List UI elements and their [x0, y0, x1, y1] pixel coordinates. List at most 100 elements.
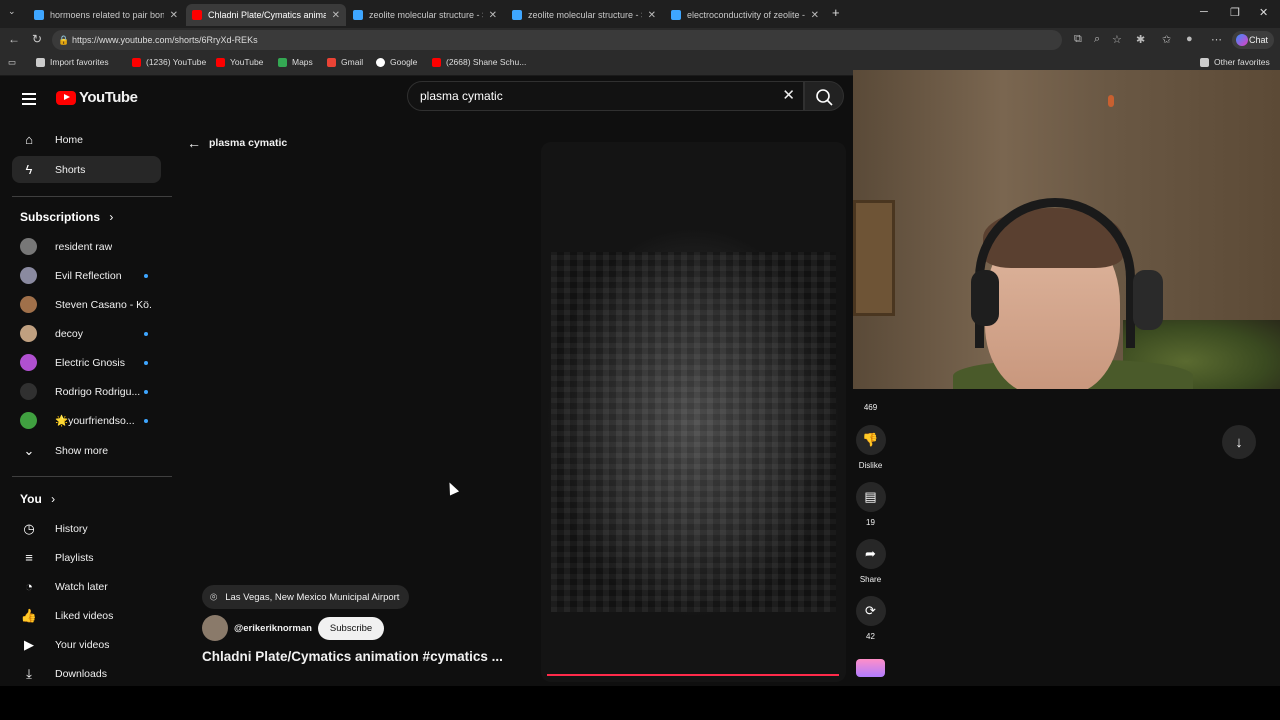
- sound-thumbnail[interactable]: [856, 659, 885, 677]
- sidebar-item-subscription[interactable]: 🌟yourfriendso...: [12, 407, 161, 434]
- tab-2-active[interactable]: Chladni Plate/Cymatics animation ✕: [186, 4, 346, 26]
- sidebar-item-playlists[interactable]: ≡ Playlists: [12, 544, 161, 571]
- home-icon: ⌂: [25, 132, 33, 147]
- you-heading[interactable]: You ›: [20, 492, 55, 506]
- tab-3[interactable]: zeolite molecular structure - Search ✕: [347, 4, 503, 26]
- close-tab-icon[interactable]: ✕: [489, 10, 497, 21]
- subscriptions-heading[interactable]: Subscriptions ›: [20, 210, 113, 224]
- menu-icon[interactable]: [22, 90, 36, 108]
- close-tab-icon[interactable]: ✕: [170, 10, 178, 21]
- reload-icon[interactable]: ↻: [32, 32, 42, 46]
- app-available-icon[interactable]: ⧉: [1074, 33, 1082, 46]
- sidebar-item-watch-later[interactable]: ◔ Watch later: [12, 573, 161, 600]
- sidebar-item-label: Home: [55, 133, 84, 146]
- bookmark-label: Gmail: [341, 57, 364, 67]
- search-icon: [816, 89, 833, 106]
- zoom-icon[interactable]: ⌕: [1094, 33, 1100, 46]
- favorite-star-icon[interactable]: ☆: [1112, 33, 1122, 46]
- remix-button[interactable]: ⟳ 42: [853, 596, 888, 641]
- short-video-player[interactable]: [541, 142, 846, 682]
- sidebar-item-liked-videos[interactable]: 👍 Liked videos: [12, 602, 161, 629]
- minimize-icon[interactable]: ─: [1200, 6, 1208, 18]
- arrow-down-icon: ↓: [1235, 433, 1243, 451]
- bookmark-youtube[interactable]: YouTube: [216, 57, 263, 67]
- sidebar-item-label: History: [55, 522, 88, 535]
- new-tab-button[interactable]: +: [832, 5, 840, 20]
- maximize-icon[interactable]: ❐: [1230, 6, 1240, 19]
- more-menu-icon[interactable]: ⋯: [1211, 33, 1222, 46]
- youtube-logo[interactable]: YouTube: [56, 89, 138, 106]
- share-button[interactable]: ➦ Share: [853, 539, 888, 584]
- channel-name[interactable]: @erikeriknorman: [234, 623, 312, 634]
- avatar: [20, 296, 37, 313]
- you-heading-text: You: [20, 492, 42, 506]
- sidebar-item-label: Downloads: [55, 667, 107, 680]
- bookmark-label: Maps: [292, 57, 313, 67]
- tab-1[interactable]: hormoens related to pair bonding ✕: [28, 4, 184, 26]
- close-tab-icon[interactable]: ✕: [332, 10, 340, 21]
- url-field[interactable]: 🔒 https://www.youtube.com/shorts/6RryXd-…: [52, 30, 1062, 50]
- avatar: [20, 354, 37, 371]
- sidebar-item-subscription[interactable]: Steven Casano - Kö...: [12, 291, 161, 318]
- sidebar-item-history[interactable]: ◷ History: [12, 515, 161, 542]
- search-button[interactable]: [804, 81, 844, 111]
- next-short-button[interactable]: ↓: [1222, 425, 1256, 459]
- video-progress-bar[interactable]: [547, 674, 839, 676]
- sidebar-item-label: 🌟yourfriendso...: [55, 415, 135, 427]
- sidebar-item-your-videos[interactable]: ▶ Your videos: [12, 631, 161, 658]
- channel-avatar[interactable]: [202, 615, 228, 641]
- sidebar-item-subscription[interactable]: Evil Reflection: [12, 262, 161, 289]
- bookmark-other-favorites[interactable]: Other favorites: [1200, 57, 1270, 67]
- close-tab-icon[interactable]: ✕: [811, 10, 819, 21]
- youtube-play-icon: [56, 90, 76, 105]
- bookmark-google[interactable]: Google: [376, 57, 417, 67]
- close-window-icon[interactable]: ✕: [1259, 6, 1268, 19]
- bookmark-shane[interactable]: (2668) Shane Schu...: [432, 57, 526, 67]
- bookmark-import-favorites[interactable]: Import favorites: [36, 57, 109, 67]
- copilot-chat-button[interactable]: Chat: [1232, 31, 1274, 49]
- history-icon: ◷: [23, 520, 35, 536]
- close-tab-icon[interactable]: ✕: [648, 10, 656, 21]
- sidebar-item-subscription[interactable]: Rodrigo Rodrigu...: [12, 378, 161, 405]
- bookmark-youtube-1236[interactable]: (1236) YouTube: [132, 57, 206, 67]
- search-query-back[interactable]: ← plasma cymatic: [187, 135, 287, 151]
- short-title[interactable]: Chladni Plate/Cymatics animation #cymati…: [202, 649, 503, 664]
- bookmark-gmail[interactable]: Gmail: [327, 57, 363, 67]
- subscriptions-heading-text: Subscriptions: [20, 210, 101, 224]
- dislike-button[interactable]: 👎 Dislike: [853, 425, 888, 470]
- sidebar-item-subscription[interactable]: Electric Gnosis: [12, 349, 161, 376]
- sidebar-item-label: Your videos: [55, 638, 110, 651]
- sidebar-item-label: Watch later: [55, 580, 108, 593]
- sidebar-item-shorts[interactable]: ϟ Shorts: [12, 156, 161, 183]
- logo-text: YouTube: [79, 89, 138, 106]
- sidebar-item-label: Steven Casano - Kö...: [55, 298, 151, 311]
- back-icon[interactable]: ←: [8, 32, 20, 46]
- search-input[interactable]: plasma cymatic ✕: [407, 81, 804, 111]
- sidebar-item-subscription[interactable]: resident raw: [12, 233, 161, 260]
- clear-search-icon[interactable]: ✕: [782, 86, 795, 104]
- bookmark-maps[interactable]: Maps: [278, 57, 313, 67]
- thumbs-up-icon: 👍: [20, 607, 38, 623]
- search-favicon-icon: [353, 10, 363, 20]
- bookmark-label: Google: [390, 57, 418, 67]
- sidebar-item-subscription[interactable]: decoy: [12, 320, 161, 347]
- divider: [12, 196, 172, 197]
- comments-button[interactable]: ▤ 19: [853, 482, 888, 527]
- subscribe-button[interactable]: Subscribe: [317, 616, 385, 640]
- location-chip[interactable]: ⌾ Las Vegas, New Mexico Municipal Airpor…: [202, 585, 410, 609]
- tab-title: zeolite molecular structure - Search: [528, 10, 642, 20]
- dislike-label: Dislike: [858, 461, 883, 470]
- tab-title: hormoens related to pair bonding: [50, 10, 164, 20]
- profile-icon[interactable]: ●: [1186, 33, 1193, 45]
- avatar: [20, 325, 37, 342]
- favorites-icon[interactable]: ✩: [1162, 33, 1171, 46]
- extensions-icon[interactable]: ✱: [1136, 33, 1145, 46]
- sidebar-toggle-icon[interactable]: ▭: [8, 57, 16, 68]
- tab-actions-chevron-icon[interactable]: ⌄: [8, 6, 16, 17]
- sidebar-item-downloads[interactable]: ⤓ Downloads: [12, 660, 161, 686]
- sidebar-show-more[interactable]: ⌄ Show more: [12, 437, 161, 464]
- bookmark-label: (2668) Shane Schu...: [446, 57, 527, 67]
- tab-5[interactable]: electroconductivity of zeolite - Search …: [665, 4, 825, 26]
- sidebar-item-home[interactable]: ⌂ Home: [12, 126, 161, 153]
- tab-4[interactable]: zeolite molecular structure - Search ✕: [506, 4, 662, 26]
